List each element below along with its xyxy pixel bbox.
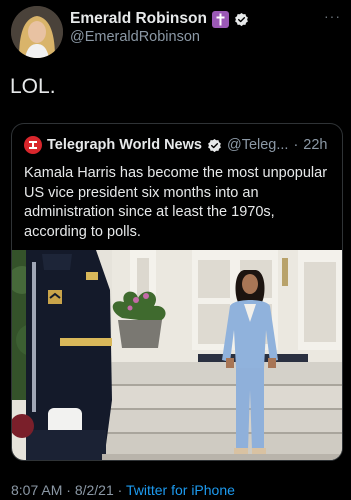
- meta-separator: ·: [62, 482, 75, 498]
- avatar-photo: [11, 6, 63, 58]
- meta-separator: ·: [113, 482, 126, 498]
- quoted-tweet-text: Kamala Harris has become the most unpopu…: [24, 165, 328, 240]
- telegraph-logo-icon: [24, 136, 42, 154]
- verified-badge-icon: [235, 12, 248, 26]
- quoted-tweet[interactable]: Telegraph World News @Teleg... · 22h Kam…: [11, 123, 343, 461]
- more-options-icon[interactable]: ···: [324, 8, 341, 24]
- tweet-date[interactable]: 8/2/21: [75, 482, 114, 498]
- author-line: Emerald Robinson: [70, 10, 249, 28]
- quoted-timestamp: 22h: [303, 137, 328, 153]
- author-handle[interactable]: @EmeraldRobinson: [70, 29, 200, 45]
- tweet-time[interactable]: 8:07 AM: [11, 482, 62, 498]
- author-avatar[interactable]: [11, 6, 63, 58]
- quoted-separator: ·: [293, 137, 299, 153]
- quoted-tweet-photo[interactable]: [12, 250, 342, 460]
- tweet-source-link[interactable]: Twitter for iPhone: [126, 482, 235, 498]
- quoted-tweet-header: Telegraph World News @Teleg... · 22h: [24, 136, 334, 154]
- tweet-meta: 8:07 AM · 8/2/21 · Twitter for iPhone: [11, 482, 235, 498]
- tweet-text: LOL.: [10, 75, 56, 98]
- cross-icon: [211, 10, 229, 28]
- quoted-author-name: Telegraph World News: [47, 137, 202, 153]
- quoted-author-handle: @Teleg...: [226, 137, 289, 153]
- author-name[interactable]: Emerald Robinson: [70, 10, 207, 28]
- verified-badge-icon: [208, 138, 221, 152]
